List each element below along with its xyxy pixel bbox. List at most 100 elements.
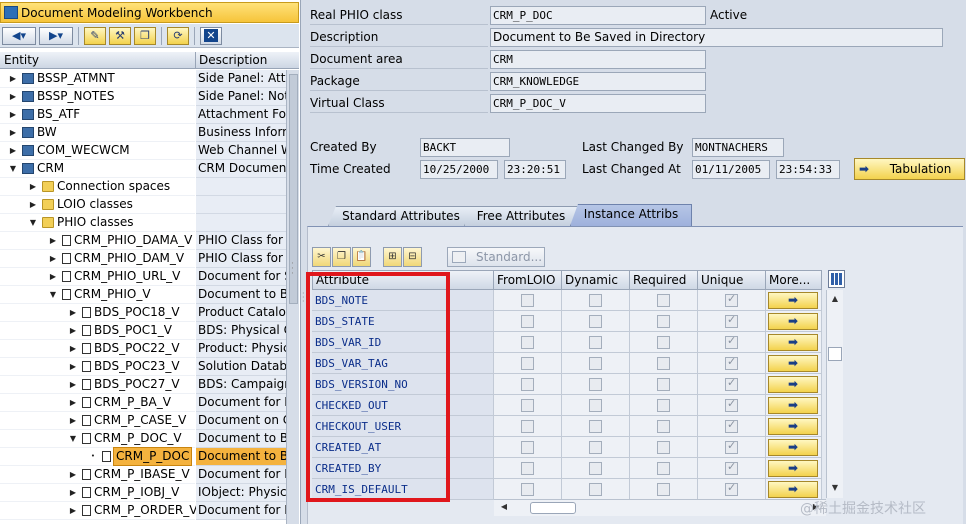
tree-node[interactable]: BDS_POC18_V xyxy=(82,304,180,321)
table-row[interactable]: CHECKOUT_USER ➡ xyxy=(312,416,846,437)
expand-arrow-icon[interactable]: ▶ xyxy=(28,196,38,213)
forward-button[interactable]: ▶▾ xyxy=(39,26,73,45)
tree-entity-cell[interactable]: ▶ BS_ATF xyxy=(0,106,195,124)
refresh-button[interactable]: ⟳ xyxy=(167,26,189,45)
tree-row[interactable]: ▶ BSSP_ATMNT Side Panel: Attac xyxy=(0,70,286,88)
column-header-required[interactable]: Required xyxy=(630,270,698,290)
tree-node[interactable]: COM_WECWCM xyxy=(22,142,130,159)
column-header-more[interactable]: More... xyxy=(766,270,822,290)
tree-description-cell[interactable]: Document to Be xyxy=(196,286,286,304)
dynamic-checkbox[interactable] xyxy=(589,336,602,349)
tree-description-cell[interactable]: Document for B xyxy=(196,394,286,412)
tree-description-cell[interactable]: Document on C xyxy=(196,412,286,430)
attribute-cell[interactable]: CREATED_BY xyxy=(312,458,494,479)
expand-arrow-icon[interactable]: ▶ xyxy=(68,322,78,339)
resize-grip-icon[interactable]: · · · xyxy=(291,260,294,279)
tree-row[interactable]: • CRM_P_DOC Document to B xyxy=(0,447,286,466)
table-horizontal-scrollbar[interactable]: ◀ ▶ xyxy=(494,499,826,516)
tree-entity-cell[interactable]: ▼ CRM_PHIO_V xyxy=(0,286,195,304)
expand-arrow-icon[interactable]: ▶ xyxy=(68,484,78,501)
expand-arrow-icon[interactable]: ▶ xyxy=(68,304,78,321)
tree-entity-cell[interactable]: ▶ CRM_PHIO_DAMA_V xyxy=(0,232,195,250)
tree-row[interactable]: ▶ BDS_POC27_V BDS: Campaigns xyxy=(0,376,286,394)
from-loio-checkbox[interactable] xyxy=(521,357,534,370)
collapse-arrow-icon[interactable]: ▼ xyxy=(48,286,58,303)
expand-arrow-icon[interactable]: ▶ xyxy=(8,70,18,87)
tree-node[interactable]: Connection spaces xyxy=(42,178,170,195)
table-row[interactable]: BDS_STATE ➡ xyxy=(312,311,846,332)
dynamic-checkbox[interactable] xyxy=(589,399,602,412)
attribute-cell[interactable]: BDS_VAR_TAG xyxy=(312,353,494,374)
tree-entity-cell[interactable]: ▶ BDS_POC22_V xyxy=(0,340,195,358)
tree-row[interactable]: ▶ Connection spaces xyxy=(0,178,286,196)
expand-arrow-icon[interactable]: ▶ xyxy=(68,466,78,483)
back-button[interactable]: ◀▾ xyxy=(2,26,36,45)
from-loio-checkbox[interactable] xyxy=(521,420,534,433)
table-row[interactable]: BDS_VAR_ID ➡ xyxy=(312,332,846,353)
attribute-cell[interactable]: CRM_IS_DEFAULT xyxy=(312,479,494,500)
tree-row[interactable]: ▶ CRM_P_IOBJ_V IObject: Physica xyxy=(0,484,286,502)
from-loio-checkbox[interactable] xyxy=(521,378,534,391)
tree-row[interactable]: ▶ BDS_POC18_V Product Catalog xyxy=(0,304,286,322)
required-checkbox[interactable] xyxy=(657,420,670,433)
tree-node[interactable]: BS_ATF xyxy=(22,106,80,123)
unique-checkbox[interactable] xyxy=(725,418,738,433)
required-checkbox[interactable] xyxy=(657,315,670,328)
required-checkbox[interactable] xyxy=(657,378,670,391)
scroll-down-icon[interactable]: ▼ xyxy=(829,482,841,494)
attribute-cell[interactable]: BDS_VAR_ID xyxy=(312,332,494,353)
tree-description-cell[interactable]: BDS: Physical O xyxy=(196,322,286,340)
standard-button[interactable]: Standard... xyxy=(447,247,545,267)
more-details-button[interactable]: ➡ xyxy=(768,481,818,498)
tree-entity-cell[interactable]: ▶ Connection spaces xyxy=(0,178,195,196)
attribute-cell[interactable]: CHECKED_OUT xyxy=(312,395,494,416)
table-row[interactable]: BDS_VERSION_NO ➡ xyxy=(312,374,846,395)
from-loio-checkbox[interactable] xyxy=(521,462,534,475)
tree-description-cell[interactable]: Document for B xyxy=(196,466,286,484)
tree-row[interactable]: ▶ COM_WECWCM Web Channel W xyxy=(0,142,286,160)
tree-row[interactable]: ▶ CRM_P_CASE_V Document on C xyxy=(0,412,286,430)
unique-checkbox[interactable] xyxy=(725,481,738,496)
collapse-arrow-icon[interactable]: ▼ xyxy=(28,214,38,231)
required-checkbox[interactable] xyxy=(657,357,670,370)
tree-row[interactable]: ▶ CRM_PHIO_DAM_V PHIO Class for D xyxy=(0,250,286,268)
tree-entity-cell[interactable]: ▶ CRM_P_CASE_V xyxy=(0,412,195,430)
scroll-up-icon[interactable]: ▲ xyxy=(829,293,841,305)
table-row[interactable]: CHECKED_OUT ➡ xyxy=(312,395,846,416)
tree-row[interactable]: ▶ CRM_P_ORDER_V Document for B xyxy=(0,502,286,520)
table-vertical-scrollbar[interactable]: ▲ ▼ xyxy=(826,290,843,498)
table-row[interactable]: CREATED_AT ➡ xyxy=(312,437,846,458)
copy-row-button[interactable]: ❐ xyxy=(332,247,351,267)
from-loio-checkbox[interactable] xyxy=(521,294,534,307)
column-divider[interactable] xyxy=(195,52,196,69)
unique-checkbox[interactable] xyxy=(725,313,738,328)
tree-node[interactable]: CRM_P_IOBJ_V xyxy=(82,484,179,501)
tree-node[interactable]: BDS_POC1_V xyxy=(82,322,172,339)
expand-arrow-icon[interactable]: ▶ xyxy=(68,340,78,357)
tree-entity-cell[interactable]: ▶ CRM_PHIO_URL_V xyxy=(0,268,195,286)
tree-entity-cell[interactable]: ▼ PHIO classes xyxy=(0,214,195,232)
tree-entity-cell[interactable]: ▶ CRM_P_BA_V xyxy=(0,394,195,412)
tree-entity-cell[interactable]: ▶ BDS_POC23_V xyxy=(0,358,195,376)
tree-node[interactable]: BDS_POC27_V xyxy=(82,376,180,393)
delete-row-button[interactable]: ⊟ xyxy=(403,247,422,267)
tab-free-attributes[interactable]: Free Attributes xyxy=(464,206,578,226)
tree-node[interactable]: CRM_P_DOC xyxy=(102,447,193,466)
table-row[interactable]: BDS_VAR_TAG ➡ xyxy=(312,353,846,374)
expand-arrow-icon[interactable]: ▶ xyxy=(48,250,58,267)
tree-entity-cell[interactable]: ▶ BDS_POC27_V xyxy=(0,376,195,394)
tree-entity-cell[interactable]: ▶ BDS_POC1_V xyxy=(0,322,195,340)
cut-button[interactable]: ✂ xyxy=(312,247,331,267)
dynamic-checkbox[interactable] xyxy=(589,462,602,475)
expand-arrow-icon[interactable]: ▶ xyxy=(8,106,18,123)
tree-description-cell[interactable]: Product: Physic xyxy=(196,340,286,358)
tab-instance-attribs[interactable]: Instance Attribs xyxy=(570,204,692,226)
required-checkbox[interactable] xyxy=(657,336,670,349)
tree-description-cell[interactable]: Business Inform xyxy=(196,124,286,142)
tree-node[interactable]: BW xyxy=(22,124,57,141)
tree-description-cell[interactable]: PHIO Class for D xyxy=(196,250,286,268)
tabulation-button[interactable]: ➡ Tabulation xyxy=(854,158,965,180)
from-loio-checkbox[interactable] xyxy=(521,399,534,412)
tree-row[interactable]: ▼ CRM_PHIO_V Document to Be xyxy=(0,286,286,304)
tree-description-cell[interactable]: Side Panel: Note xyxy=(196,88,286,106)
